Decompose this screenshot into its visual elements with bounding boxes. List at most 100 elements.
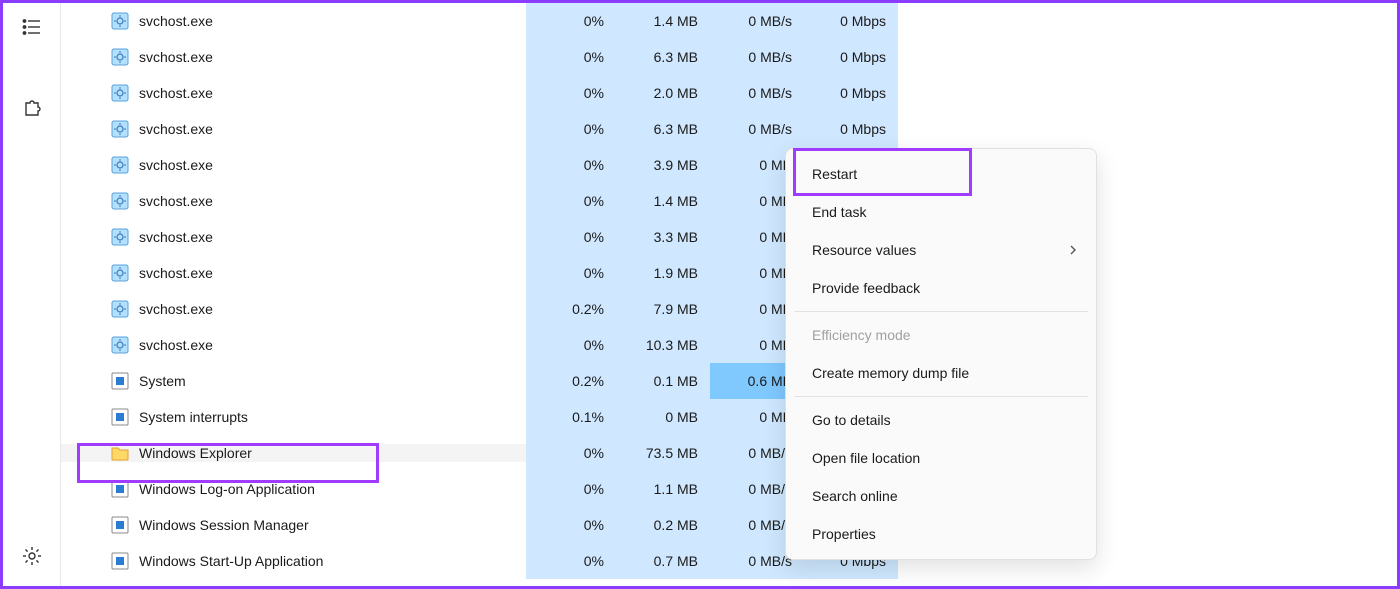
- table-row[interactable]: System interrupts0.1%0 MB0 MB: [61, 399, 1397, 435]
- process-name: System interrupts: [139, 409, 248, 425]
- context-menu-item[interactable]: Open file location: [786, 439, 1096, 477]
- memory-cell: 0.7 MB: [616, 543, 710, 579]
- cpu-cell: 0.2%: [526, 291, 616, 327]
- table-row[interactable]: svchost.exe0%1.4 MB0 MB: [61, 183, 1397, 219]
- cpu-cell: 0%: [526, 3, 616, 39]
- process-name: svchost.exe: [139, 301, 213, 317]
- cpu-cell: 0%: [526, 327, 616, 363]
- cpu-cell: 0%: [526, 435, 616, 471]
- table-row[interactable]: svchost.exe0.2%7.9 MB0 MB: [61, 291, 1397, 327]
- process-name-cell: Windows Explorer: [61, 444, 526, 462]
- process-name-cell: svchost.exe: [61, 12, 526, 30]
- table-row[interactable]: Windows Log-on Application0%1.1 MB0 MB/s…: [61, 471, 1397, 507]
- process-name: svchost.exe: [139, 85, 213, 101]
- process-name-cell: svchost.exe: [61, 156, 526, 174]
- memory-cell: 73.5 MB: [616, 435, 710, 471]
- process-name-cell: Windows Log-on Application: [61, 480, 526, 498]
- service-icon: [111, 228, 129, 246]
- puzzle-icon[interactable]: [12, 87, 52, 127]
- memory-cell: 1.1 MB: [616, 471, 710, 507]
- network-cell: 0 Mbps: [804, 111, 898, 147]
- context-menu-item[interactable]: Create memory dump file: [786, 354, 1096, 392]
- process-name: svchost.exe: [139, 337, 213, 353]
- table-row[interactable]: svchost.exe0%6.3 MB0 MB/s0 Mbps: [61, 39, 1397, 75]
- cpu-cell: 0%: [526, 219, 616, 255]
- context-menu-item-label: Go to details: [812, 412, 891, 428]
- context-menu-item[interactable]: Go to details: [786, 401, 1096, 439]
- memory-cell: 7.9 MB: [616, 291, 710, 327]
- process-name: svchost.exe: [139, 193, 213, 209]
- context-menu-item[interactable]: Search online: [786, 477, 1096, 515]
- disk-cell: 0 MB/s: [710, 111, 804, 147]
- process-name-cell: svchost.exe: [61, 84, 526, 102]
- table-row[interactable]: Windows Start-Up Application0%0.7 MB0 MB…: [61, 543, 1397, 579]
- memory-cell: 6.3 MB: [616, 39, 710, 75]
- service-icon: [111, 264, 129, 282]
- context-menu-item-label: Search online: [812, 488, 898, 504]
- memory-cell: 3.3 MB: [616, 219, 710, 255]
- sidebar: [3, 3, 61, 586]
- disk-cell: 0 MB/s: [710, 3, 804, 39]
- cpu-cell: 0%: [526, 183, 616, 219]
- process-name-cell: svchost.exe: [61, 228, 526, 246]
- process-name-cell: svchost.exe: [61, 300, 526, 318]
- context-menu-item-label: Properties: [812, 526, 876, 542]
- cpu-cell: 0%: [526, 39, 616, 75]
- table-row[interactable]: svchost.exe0%3.3 MB0 MB: [61, 219, 1397, 255]
- list-icon[interactable]: [12, 7, 52, 47]
- process-name-cell: System interrupts: [61, 408, 526, 426]
- process-name: svchost.exe: [139, 13, 213, 29]
- service-icon: [111, 48, 129, 66]
- context-menu-separator: [794, 311, 1088, 312]
- cpu-cell: 0%: [526, 75, 616, 111]
- cpu-cell: 0%: [526, 147, 616, 183]
- table-row[interactable]: svchost.exe0%3.9 MB0 MB: [61, 147, 1397, 183]
- context-menu-item[interactable]: Properties: [786, 515, 1096, 553]
- context-menu-item-label: Efficiency mode: [812, 327, 911, 343]
- process-name: Windows Start-Up Application: [139, 553, 323, 569]
- process-name: svchost.exe: [139, 49, 213, 65]
- context-menu: Restart End taskResource valuesProvide fe…: [785, 148, 1097, 560]
- table-row[interactable]: Windows Explorer0%73.5 MB0 MB/s0 Mbps: [61, 435, 1397, 471]
- disk-cell: 0 MB/s: [710, 75, 804, 111]
- process-name: svchost.exe: [139, 229, 213, 245]
- service-icon: [111, 300, 129, 318]
- process-name-cell: System: [61, 372, 526, 390]
- table-row[interactable]: System0.2%0.1 MB0.6 MB: [61, 363, 1397, 399]
- context-menu-item-label: Restart: [812, 166, 857, 182]
- service-icon: [111, 12, 129, 30]
- service-icon: [111, 336, 129, 354]
- table-row[interactable]: svchost.exe0%1.4 MB0 MB/s0 Mbps: [61, 3, 1397, 39]
- process-list: svchost.exe0%1.4 MB0 MB/s0 Mbpssvchost.e…: [61, 3, 1397, 586]
- system-icon: [111, 516, 129, 534]
- table-row[interactable]: svchost.exe0%1.9 MB0 MB: [61, 255, 1397, 291]
- table-row[interactable]: svchost.exe0%2.0 MB0 MB/s0 Mbps: [61, 75, 1397, 111]
- context-menu-item[interactable]: Restart: [786, 155, 1096, 193]
- cpu-cell: 0%: [526, 111, 616, 147]
- context-menu-separator: [794, 396, 1088, 397]
- memory-cell: 1.9 MB: [616, 255, 710, 291]
- context-menu-item[interactable]: Provide feedback: [786, 269, 1096, 307]
- memory-cell: 0 MB: [616, 399, 710, 435]
- cpu-cell: 0%: [526, 507, 616, 543]
- context-menu-item: Efficiency mode: [786, 316, 1096, 354]
- service-icon: [111, 156, 129, 174]
- gear-icon[interactable]: [12, 536, 52, 576]
- cpu-cell: 0.1%: [526, 399, 616, 435]
- context-menu-item-label: Create memory dump file: [812, 365, 969, 381]
- process-name-cell: svchost.exe: [61, 48, 526, 66]
- table-row[interactable]: Windows Session Manager0%0.2 MB0 MB/s0 M…: [61, 507, 1397, 543]
- table-row[interactable]: svchost.exe0%6.3 MB0 MB/s0 Mbps: [61, 111, 1397, 147]
- table-row[interactable]: svchost.exe0%10.3 MB0 MB: [61, 327, 1397, 363]
- cpu-cell: 0%: [526, 255, 616, 291]
- memory-cell: 2.0 MB: [616, 75, 710, 111]
- context-menu-item[interactable]: Resource values: [786, 231, 1096, 269]
- service-icon: [111, 192, 129, 210]
- process-name: svchost.exe: [139, 265, 213, 281]
- memory-cell: 1.4 MB: [616, 183, 710, 219]
- context-menu-item[interactable]: End task: [786, 193, 1096, 231]
- process-name: System: [139, 373, 186, 389]
- memory-cell: 0.1 MB: [616, 363, 710, 399]
- memory-cell: 1.4 MB: [616, 3, 710, 39]
- memory-cell: 3.9 MB: [616, 147, 710, 183]
